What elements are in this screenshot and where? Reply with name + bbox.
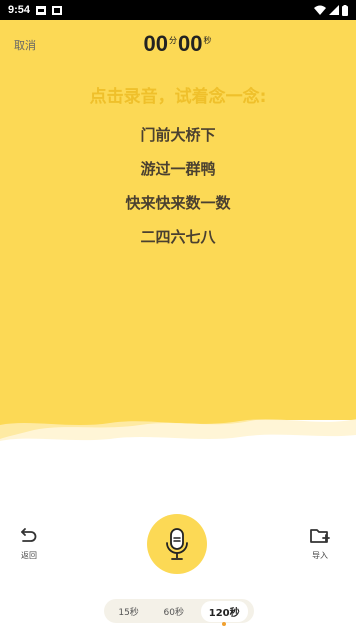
wifi-icon xyxy=(314,5,326,15)
duration-option-60s[interactable]: 60秒 xyxy=(156,602,192,621)
record-button[interactable] xyxy=(147,514,207,574)
timer-seconds: 00 xyxy=(178,31,203,56)
timer-minutes: 00 xyxy=(143,31,168,56)
back-label: 返回 xyxy=(21,551,37,560)
import-label: 导入 xyxy=(312,551,328,560)
poem-text: 门前大桥下 游过一群鸭 快来快来数一数 二四六七八 xyxy=(0,124,356,260)
back-button[interactable]: 返回 xyxy=(14,527,44,561)
minute-unit: 分 xyxy=(169,35,177,45)
import-button[interactable]: 导入 xyxy=(305,527,335,561)
status-bar: 9:54 xyxy=(0,0,356,20)
wave-divider xyxy=(0,395,356,441)
signal-icon xyxy=(329,5,339,15)
notification-image-icon xyxy=(36,5,47,15)
duration-option-120s[interactable]: 120秒 xyxy=(200,600,248,626)
poem-line: 门前大桥下 xyxy=(140,126,216,144)
folder-add-icon xyxy=(310,529,330,543)
recording-prompt: 点击录音，试着念一念: xyxy=(89,87,267,107)
poem-line: 游过一群鸭 xyxy=(140,160,216,178)
poem-line: 二四六七八 xyxy=(140,228,216,246)
poem-line: 快来快来数一数 xyxy=(125,194,231,212)
recording-timer: 00分00秒 xyxy=(0,31,356,57)
status-icons xyxy=(314,4,348,16)
undo-icon xyxy=(21,528,37,542)
battery-icon xyxy=(342,4,348,16)
microphone-icon xyxy=(166,528,188,560)
duration-option-15s[interactable]: 15秒 xyxy=(110,602,146,621)
status-time: 9:54 xyxy=(8,4,31,16)
duration-selector: 15秒 60秒 120秒 xyxy=(104,599,254,626)
notification-app-icon xyxy=(52,5,63,15)
second-unit: 秒 xyxy=(203,35,212,45)
